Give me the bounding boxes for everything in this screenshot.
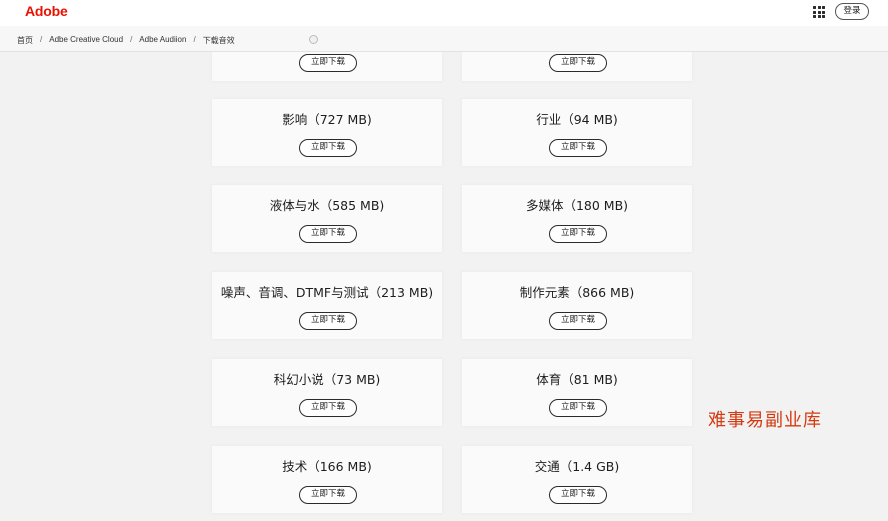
top-navigation-bar: Adobe 登录 [0,0,888,26]
sound-pack-title: 影响（727 MB) [282,112,372,127]
download-now-button[interactable]: 立即下载 [549,312,607,330]
sound-pack-card: 多媒体（180 MB) 立即下载 [462,185,692,252]
download-now-button[interactable]: 立即下载 [549,139,607,157]
sound-pack-title: 体育（81 MB) [536,372,618,387]
breadcrumb-item-current: 下载音效 [202,36,235,45]
download-now-button[interactable]: 立即下载 [299,399,357,417]
breadcrumb-separator: / [40,35,43,44]
sound-pack-card: 制作元素（866 MB) 立即下载 [462,272,692,339]
sound-pack-title: 制作元素（866 MB) [519,285,635,300]
sound-pack-title: 噪声、音调、DTMF与测试（213 MB) [220,285,434,300]
download-now-button[interactable]: 立即下载 [299,225,357,243]
download-now-button[interactable]: 立即下载 [299,486,357,504]
grid-apps-icon[interactable] [813,6,825,18]
sound-pack-title: 液体与水（585 MB) [269,198,385,213]
download-now-button[interactable]: 立即下载 [549,225,607,243]
breadcrumb: 首页 / Adbe Creative Cloud / Adbe Audiion … [17,35,235,46]
breadcrumb-bar: 首页 / Adbe Creative Cloud / Adbe Audiion … [0,26,888,52]
sound-effects-grid: 立即下载 立即下载 影响（727 MB) 立即下载 行业（94 MB) 立即下载… [0,52,888,521]
sound-pack-title: 多媒体（180 MB) [525,198,629,213]
breadcrumb-item-home[interactable]: 首页 [17,35,33,46]
download-now-button[interactable]: 立即下载 [549,399,607,417]
breadcrumb-separator: / [130,35,133,44]
sound-pack-card: 影响（727 MB) 立即下载 [212,99,442,166]
breadcrumb-item-audition[interactable]: Adbe Audiion [139,35,186,46]
breadcrumb-separator: / [193,35,196,44]
download-now-button[interactable]: 立即下载 [299,312,357,330]
sound-pack-card: 立即下载 [462,52,692,81]
sound-pack-card: 技术（166 MB) 立即下载 [212,446,442,513]
signin-button[interactable]: 登录 [835,3,869,20]
breadcrumb-item-creative-cloud[interactable]: Adbe Creative Cloud [49,35,123,46]
loading-spinner-icon [309,35,318,44]
adobe-logo[interactable]: Adobe [25,3,68,19]
watermark-text: 难事易副业库 [708,410,822,431]
sound-pack-card: 立即下载 [212,52,442,81]
sound-pack-title: 科幻小说（73 MB) [273,372,381,387]
sound-pack-card: 体育（81 MB) 立即下载 [462,359,692,426]
sound-pack-title: 行业（94 MB) [536,112,618,127]
sound-pack-card: 液体与水（585 MB) 立即下载 [212,185,442,252]
download-now-button[interactable]: 立即下载 [549,486,607,504]
download-now-button[interactable]: 立即下载 [549,54,607,72]
sound-pack-card: 交通（1.4 GB) 立即下载 [462,446,692,513]
sound-pack-card: 行业（94 MB) 立即下载 [462,99,692,166]
download-now-button[interactable]: 立即下载 [299,54,357,72]
sound-pack-card: 噪声、音调、DTMF与测试（213 MB) 立即下载 [212,272,442,339]
download-now-button[interactable]: 立即下载 [299,139,357,157]
sound-pack-title: 交通（1.4 GB) [534,459,620,474]
sound-pack-title: 技术（166 MB) [282,459,372,474]
sound-pack-card: 科幻小说（73 MB) 立即下载 [212,359,442,426]
